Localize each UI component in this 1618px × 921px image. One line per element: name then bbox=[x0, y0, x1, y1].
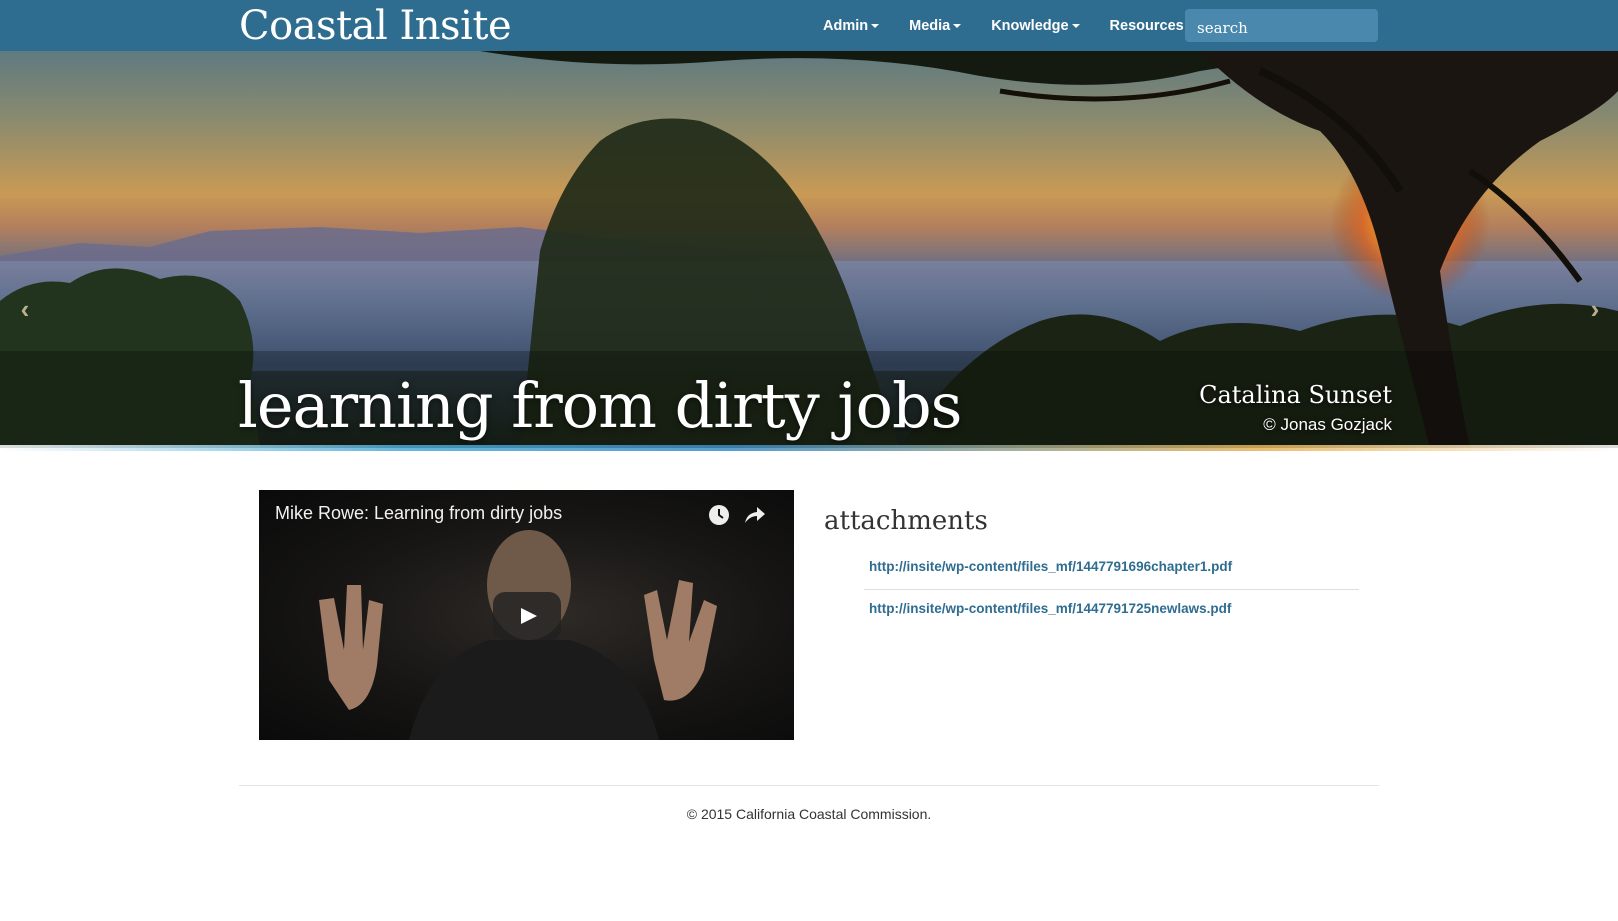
nav-item-media[interactable]: Media bbox=[894, 0, 976, 51]
nav-item-label: Resources bbox=[1109, 17, 1184, 34]
footer-divider bbox=[239, 785, 1379, 786]
main-nav-menu: Admin Media Knowledge Resources bbox=[808, 0, 1210, 51]
video-title: Mike Rowe: Learning from dirty jobs bbox=[275, 503, 563, 523]
carousel-prev-button[interactable]: ‹ bbox=[13, 296, 37, 322]
carousel-next-button[interactable]: › bbox=[1583, 296, 1607, 322]
site-brand-link[interactable]: Coastal Insite bbox=[239, 1, 512, 51]
attachments-list: http://insite/wp-content/files_mf/144779… bbox=[864, 548, 1359, 632]
caret-down-icon bbox=[871, 24, 880, 28]
hero-banner: ‹ › learning from dirty jobs Catalina Su… bbox=[0, 51, 1618, 448]
video-player[interactable]: Mike Rowe: Learning from dirty jobs bbox=[259, 490, 794, 740]
photo-credit: © Jonas Gozjack bbox=[1263, 415, 1392, 434]
nav-item-knowledge[interactable]: Knowledge bbox=[976, 0, 1094, 51]
photo-title: Catalina Sunset bbox=[1199, 381, 1392, 409]
list-item: http://insite/wp-content/files_mf/144779… bbox=[864, 590, 1359, 632]
chevron-right-icon: › bbox=[1590, 294, 1600, 324]
play-button[interactable] bbox=[493, 592, 561, 640]
play-icon bbox=[521, 608, 537, 624]
attachment-link[interactable]: http://insite/wp-content/files_mf/144779… bbox=[869, 601, 1231, 616]
hero-divider-stripe bbox=[0, 445, 1618, 451]
attachment-link[interactable]: http://insite/wp-content/files_mf/144779… bbox=[869, 559, 1232, 574]
nav-item-label: Admin bbox=[823, 17, 869, 34]
caret-down-icon bbox=[1071, 24, 1080, 28]
nav-item-label: Media bbox=[909, 17, 951, 34]
list-item: http://insite/wp-content/files_mf/144779… bbox=[864, 548, 1359, 590]
nav-item-label: Knowledge bbox=[991, 17, 1069, 34]
photo-caption: Catalina Sunset © Jonas Gozjack bbox=[1199, 379, 1392, 439]
attachments-heading: attachments bbox=[824, 506, 988, 536]
caret-down-icon bbox=[953, 24, 962, 28]
share-icon[interactable] bbox=[741, 502, 767, 528]
watch-later-icon[interactable] bbox=[706, 502, 732, 528]
chevron-left-icon: ‹ bbox=[20, 294, 30, 324]
page-title: learning from dirty jobs bbox=[238, 369, 962, 442]
footer-copyright: © 2015 California Coastal Commission. bbox=[686, 806, 932, 822]
top-navbar: Coastal Insite Admin Media Knowledge Res… bbox=[0, 0, 1618, 51]
search-input[interactable] bbox=[1185, 9, 1378, 42]
nav-item-admin[interactable]: Admin bbox=[808, 0, 894, 51]
